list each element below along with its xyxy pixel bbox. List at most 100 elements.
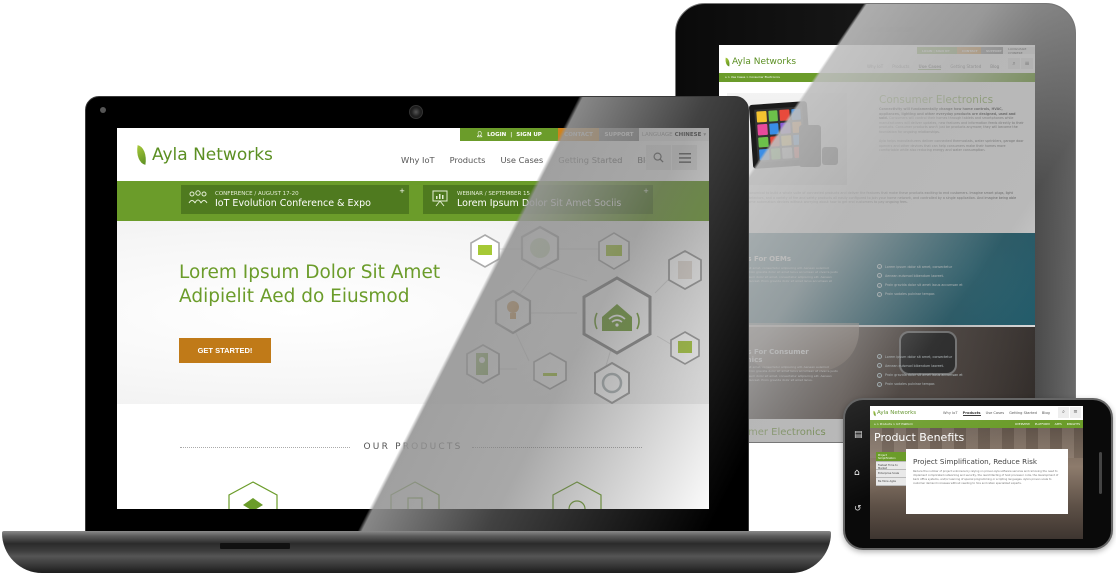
- tablet-screen: LOGIN | SIGN UP CONTACT SUPPORT LANGUAGE…: [719, 45, 1035, 443]
- language-select[interactable]: LANGUAGE CHINESE ▾: [639, 128, 709, 141]
- oem-checklist: ✓ Lorem ipsum dolor sit amet, consectetur…: [877, 264, 963, 301]
- product-hex-device-icon[interactable]: [389, 481, 441, 509]
- product-benefits-title: Product Benefits: [874, 431, 965, 444]
- site-logo[interactable]: Ayla Networks: [134, 145, 273, 165]
- search-icon[interactable]: ⌕: [1008, 58, 1020, 69]
- login-signup-group: 👤︎ LOGIN | SIGN UP: [460, 128, 558, 141]
- our-products-section: OUR PRODUCTS: [117, 404, 709, 509]
- phone-screen: Ayla Networks Why IoT Products Use Cases…: [870, 406, 1083, 539]
- washer-icon: [678, 261, 692, 279]
- benefit-card: Project Simplification, Reduce Risk Redu…: [906, 449, 1068, 514]
- signup-link[interactable]: SIGN UP: [516, 132, 542, 138]
- menu-button[interactable]: [672, 145, 697, 170]
- oem-benefits-section: Benefits For OEMs Lorem ipsum dolor sit …: [719, 233, 1035, 325]
- phone-speaker: [1099, 452, 1102, 494]
- menu-icon[interactable]: ≡: [1021, 58, 1033, 69]
- plus-icon[interactable]: +: [399, 187, 405, 195]
- tablet-nav-getting-started[interactable]: Getting Started: [950, 64, 981, 70]
- home-icon[interactable]: ⌂: [854, 468, 860, 478]
- check-circle-icon: ✓: [877, 291, 882, 297]
- people-icon: [181, 189, 215, 210]
- user-icon: 👤︎: [476, 131, 484, 138]
- event-card-conference[interactable]: CONFERENCE / AUGUST 17-20 IoT Evolution …: [181, 185, 409, 214]
- tablet-page-title: Consumer Electronics: [879, 94, 994, 106]
- tablet-main-nav: Why IoT Products Use Cases Getting Start…: [867, 64, 999, 70]
- tablet-login-link[interactable]: LOGIN | SIGN UP: [917, 47, 957, 54]
- nav-why-iot[interactable]: Why IoT: [401, 155, 435, 165]
- product-hex-module-icon[interactable]: [227, 481, 279, 509]
- tablet-nav-blog[interactable]: Blog: [990, 64, 999, 70]
- contact-link[interactable]: CONTACT: [558, 128, 599, 141]
- event-kicker: CONFERENCE / AUGUST 17-20: [215, 190, 299, 197]
- tablet-body-text: ...how easy and economical to build a wh…: [719, 191, 1017, 205]
- support-link[interactable]: SUPPORT: [599, 128, 639, 141]
- hex-node-sprinkler: [533, 352, 567, 390]
- sidebar-item-fastest-time-to-market[interactable]: Fastest Time to Market: [876, 462, 906, 470]
- hex-node-sensor: [594, 361, 630, 404]
- laptop-screen: 👤︎ LOGIN | SIGN UP CONTACT SUPPORT LANGU…: [117, 128, 709, 509]
- sidebar-item-enterprise-scale[interactable]: Enterprise Scale: [876, 470, 906, 478]
- phone-logo[interactable]: Ayla Networks: [872, 410, 916, 416]
- tablet-nav-use-cases[interactable]: Use Cases: [918, 64, 942, 70]
- tablet-breadcrumb[interactable]: ⌂ > Use Cases > Consumer Electronics: [719, 73, 1035, 82]
- list-item: ✓ Aenean euismod bibendum laoreet.: [877, 273, 944, 279]
- list-item: ✓ Aenean euismod bibendum laoreet.: [877, 363, 944, 369]
- nav-getting-started[interactable]: Getting Started: [558, 155, 622, 165]
- laptop-lid-notch: [220, 543, 290, 549]
- tablet-logo[interactable]: Ayla Networks: [724, 57, 796, 67]
- tablet-contact-link[interactable]: CONTACT: [957, 47, 981, 54]
- product-hex-cloud-icon[interactable]: [551, 481, 603, 509]
- phone-device: ▤ ⌂ ↺ Ayla Networks Why IoT Products Use…: [843, 398, 1113, 550]
- phone-nav-use-cases[interactable]: Use Cases: [986, 411, 1005, 416]
- phone-nav-getting-started[interactable]: Getting Started: [1009, 411, 1037, 416]
- sidebar-item-be-more-agile[interactable]: Be More Agile: [876, 478, 906, 486]
- plus-icon[interactable]: +: [643, 187, 649, 195]
- event-card-webinar[interactable]: WEBINAR / SEPTEMBER 15 Lorem Ipsum Dolor…: [423, 185, 653, 214]
- benefit-card-body: Reduce the number of project unknowns by…: [913, 470, 1059, 485]
- consumer-checklist: ✓ Lorem ipsum dolor sit amet, consectetur…: [877, 354, 963, 391]
- check-circle-icon: ✓: [877, 282, 882, 288]
- laptop-webcam: [409, 105, 423, 119]
- menu-icon[interactable]: ▤: [854, 430, 863, 440]
- search-icon[interactable]: ⌕: [1058, 407, 1069, 418]
- laptop-indicator-light: [100, 107, 106, 113]
- sidebar-item-project-simplification[interactable]: Project Simplification: [876, 452, 906, 462]
- check-circle-icon: ✓: [877, 273, 882, 279]
- separator: |: [510, 131, 513, 138]
- divider: [472, 447, 642, 448]
- phone-breadcrumb[interactable]: ⌂ > Products > IoT Platform: [874, 420, 913, 428]
- get-started-button[interactable]: GET STARTED!: [179, 338, 271, 363]
- smart-appliances-label: SMART APPLIANCES: [809, 441, 839, 443]
- tablet-nav-products[interactable]: Products: [892, 64, 909, 70]
- list-item: ✓ Lorem ipsum dolor sit amet, consectetur: [877, 264, 953, 269]
- search-button[interactable]: [646, 145, 671, 170]
- login-link[interactable]: LOGIN: [487, 132, 506, 138]
- hamburger-menu-icon: [678, 152, 691, 163]
- event-title: Lorem Ipsum Dolor Sit Amet Sociis: [457, 197, 622, 209]
- main-nav: Why IoT Products Use Cases Getting Start…: [401, 155, 656, 165]
- nav-use-cases[interactable]: Use Cases: [500, 155, 543, 165]
- leaf-logo-icon: [134, 145, 149, 165]
- event-kicker: WEBINAR / SEPTEMBER 15: [457, 190, 531, 197]
- phone-main-nav: Why IoT Products Use Cases Getting Start…: [943, 411, 1050, 416]
- list-item: ✓ Proin gravida dolor sit amet lacus accu…: [877, 372, 963, 378]
- tablet-support-link[interactable]: SUPPORT: [981, 47, 1003, 54]
- phone-nav-why-iot[interactable]: Why IoT: [943, 411, 958, 416]
- check-circle-icon: ✓: [877, 354, 882, 359]
- thermostat-icon: [530, 238, 550, 258]
- hero-title: Lorem Ipsum Dolor Sit Amet Adipielit Aed…: [179, 262, 441, 307]
- menu-icon[interactable]: ≡: [1070, 407, 1081, 418]
- phone-nav-products[interactable]: Products: [962, 411, 981, 416]
- back-icon[interactable]: ↺: [854, 504, 862, 514]
- tablet-nav-why-iot[interactable]: Why IoT: [867, 64, 883, 70]
- tablet-language-select[interactable]: LANGUAGE CHINESE: [1003, 47, 1035, 55]
- list-item: ✓ Proin sodales pulvinar tempor.: [877, 381, 936, 387]
- phone-nav-blog[interactable]: Blog: [1042, 411, 1050, 416]
- smartphone-image: [799, 125, 821, 167]
- tablet-speaker: [863, 27, 915, 32]
- check-circle-icon: ✓: [877, 363, 882, 369]
- nav-products[interactable]: Products: [450, 155, 486, 165]
- product-benefits-hero: Product Benefits Project Simplification …: [870, 428, 1083, 539]
- tablet-nav-icons: ⌕ ≡: [1007, 58, 1033, 69]
- oven-icon: [678, 341, 692, 353]
